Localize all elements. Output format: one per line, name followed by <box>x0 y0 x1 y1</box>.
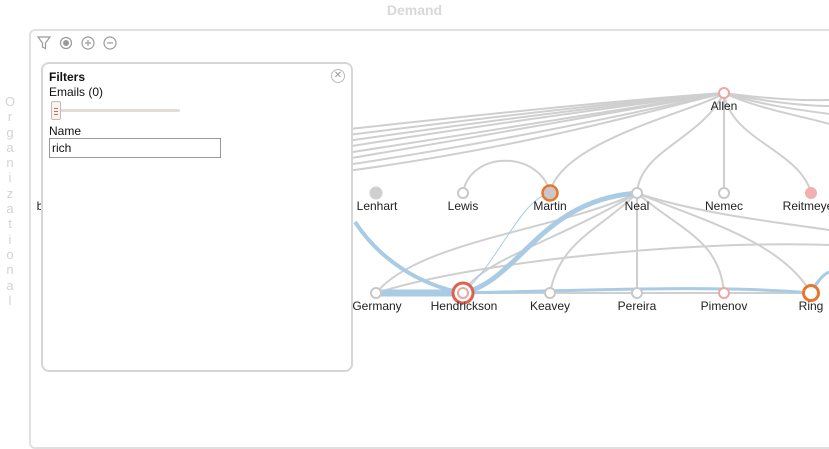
node-ring[interactable]: Ring <box>799 284 824 314</box>
node-martin[interactable]: Martin <box>533 184 567 214</box>
node-label: Lenhart <box>357 199 398 213</box>
edges-grey <box>375 159 829 294</box>
emails-label: Emails (0) <box>49 85 104 99</box>
node-label: Reitmeye <box>783 199 829 213</box>
node-label: Nemec <box>705 199 743 213</box>
panel-title: Filters <box>49 70 86 84</box>
node-label: Ring <box>799 299 824 313</box>
node-label: Germany <box>352 299 401 313</box>
graph-toolbar <box>35 34 119 52</box>
node-label: Neal <box>625 199 650 213</box>
node-label: Allen <box>711 99 738 113</box>
node-lewis[interactable]: Lewis <box>448 187 479 213</box>
edges-highlight <box>353 190 829 297</box>
node-label: Keavey <box>530 299 570 313</box>
edges-allen-fan <box>339 92 829 194</box>
filters-panel: Filters ✕ Emails (0) Name <box>41 62 353 372</box>
close-icon[interactable]: ✕ <box>331 69 345 83</box>
node-label: Pereira <box>618 299 657 313</box>
node-label: Pimenov <box>701 299 748 313</box>
node-pimenov[interactable]: Pimenov <box>701 287 748 313</box>
zoom-in-icon[interactable] <box>79 34 97 52</box>
node-label: Lewis <box>448 199 479 213</box>
node-label: Hendrickson <box>431 299 498 313</box>
name-label: Name <box>49 124 82 138</box>
node-nemec[interactable]: Nemec <box>705 187 743 213</box>
node-lenhart[interactable]: Lenhart <box>357 186 398 213</box>
name-filter-input[interactable] <box>49 138 221 158</box>
emails-slider-track[interactable] <box>53 109 180 112</box>
node-label: Martin <box>533 199 566 213</box>
target-icon[interactable] <box>57 34 75 52</box>
zoom-out-icon[interactable] <box>101 34 119 52</box>
node-allen[interactable]: Allen <box>711 87 738 113</box>
filter-icon[interactable] <box>35 34 53 52</box>
node-pereira[interactable]: Pereira <box>618 287 657 313</box>
node-reitmeyer[interactable]: Reitmeye <box>783 187 829 214</box>
emails-slider-handle[interactable] <box>51 101 61 120</box>
